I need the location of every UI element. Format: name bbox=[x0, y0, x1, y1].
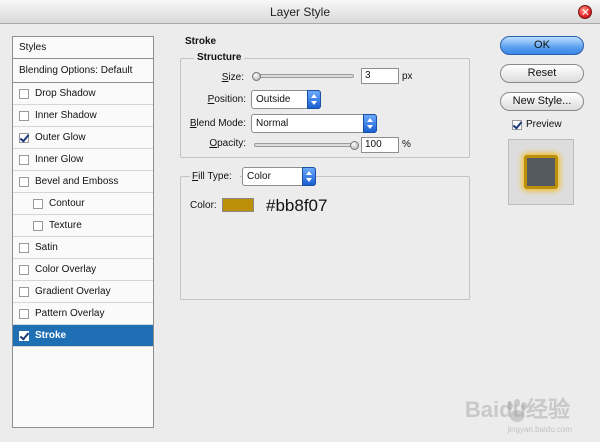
size-slider-thumb[interactable] bbox=[252, 72, 261, 81]
style-checkbox[interactable] bbox=[19, 308, 29, 319]
style-checkbox[interactable] bbox=[33, 220, 43, 231]
position-select-value: Outside bbox=[256, 94, 291, 105]
style-item-label: Drop Shadow bbox=[35, 87, 96, 99]
new-style-button[interactable]: New Style... bbox=[500, 92, 584, 111]
style-checkbox[interactable] bbox=[19, 264, 29, 275]
color-hex-text: #bb8f07 bbox=[266, 196, 328, 215]
fill-type-label: Fill Type: bbox=[190, 171, 240, 182]
preview-thumbnail bbox=[508, 139, 574, 205]
reset-button[interactable]: Reset bbox=[500, 64, 584, 83]
style-item-label: Inner Glow bbox=[35, 153, 84, 165]
style-checkbox[interactable] bbox=[19, 242, 29, 253]
style-item-label: Texture bbox=[49, 219, 82, 231]
preview-label: Preview bbox=[526, 119, 562, 130]
watermark-sub: jingyan.baidu.com bbox=[507, 425, 572, 434]
style-item-label: Satin bbox=[35, 241, 58, 253]
size-input[interactable]: 3 bbox=[361, 68, 399, 84]
preview-square bbox=[524, 155, 558, 189]
style-item-label: Stroke bbox=[35, 329, 67, 341]
title-bar: Layer Style bbox=[0, 0, 600, 24]
style-item-gradient-overlay[interactable]: Gradient Overlay bbox=[13, 281, 153, 303]
preview-checkbox[interactable] bbox=[512, 119, 522, 130]
style-item-label: Contour bbox=[49, 197, 85, 209]
style-item-color-overlay[interactable]: Color Overlay bbox=[13, 259, 153, 281]
style-checkbox[interactable] bbox=[19, 110, 29, 121]
opacity-unit: % bbox=[402, 139, 411, 150]
style-item-contour[interactable]: Contour bbox=[13, 193, 153, 215]
style-item-outer-glow[interactable]: Outer Glow bbox=[13, 127, 153, 149]
opacity-label: Opacity: bbox=[209, 138, 246, 149]
style-checkbox[interactable] bbox=[19, 286, 29, 297]
size-slider-track[interactable] bbox=[254, 74, 354, 78]
style-item-label: Pattern Overlay bbox=[35, 307, 105, 319]
fill-group bbox=[180, 176, 470, 300]
blending-options-item[interactable]: Blending Options: Default bbox=[13, 59, 153, 83]
opacity-input[interactable]: 100 bbox=[361, 137, 399, 153]
fill-type-select[interactable]: Color bbox=[242, 167, 316, 186]
style-item-inner-glow[interactable]: Inner Glow bbox=[13, 149, 153, 171]
style-checkbox[interactable] bbox=[19, 154, 29, 165]
color-swatch[interactable] bbox=[222, 198, 254, 212]
style-item-pattern-overlay[interactable]: Pattern Overlay bbox=[13, 303, 153, 325]
styles-header[interactable]: Styles bbox=[13, 37, 153, 59]
position-label: Position: bbox=[207, 94, 246, 105]
blend-mode-select-value: Normal bbox=[256, 118, 289, 129]
style-item-satin[interactable]: Satin bbox=[13, 237, 153, 259]
style-item-stroke[interactable]: Stroke bbox=[13, 325, 153, 347]
style-item-label: Bevel and Emboss bbox=[35, 175, 119, 187]
blend-mode-label: Blend Mode: bbox=[189, 118, 246, 129]
structure-title: Structure bbox=[194, 52, 245, 63]
style-item-inner-shadow[interactable]: Inner Shadow bbox=[13, 105, 153, 127]
window-title: Layer Style bbox=[269, 5, 331, 19]
color-label: Color: bbox=[190, 200, 217, 211]
style-item-label: Outer Glow bbox=[35, 131, 86, 143]
style-checkbox[interactable] bbox=[33, 198, 43, 209]
chevron-updown-icon bbox=[363, 114, 377, 133]
style-item-label: Color Overlay bbox=[35, 263, 97, 275]
close-icon[interactable] bbox=[578, 5, 592, 19]
style-checkbox[interactable] bbox=[19, 88, 29, 99]
style-item-drop-shadow[interactable]: Drop Shadow bbox=[13, 83, 153, 105]
style-checkbox[interactable] bbox=[19, 132, 29, 143]
watermark-text: Baidu经验 bbox=[464, 397, 570, 422]
stroke-section-title: Stroke bbox=[182, 36, 220, 47]
style-checkbox[interactable] bbox=[19, 176, 29, 187]
size-label: Size: bbox=[221, 72, 244, 83]
style-item-label: Gradient Overlay bbox=[35, 285, 111, 297]
opacity-slider-track[interactable] bbox=[254, 143, 354, 147]
styles-list: Styles Blending Options: Default Drop Sh… bbox=[12, 36, 154, 428]
fill-type-select-value: Color bbox=[247, 171, 271, 182]
style-checkbox[interactable] bbox=[19, 330, 29, 341]
blend-mode-select[interactable]: Normal bbox=[251, 114, 377, 133]
preview-checkbox-row[interactable]: Preview bbox=[512, 119, 562, 130]
opacity-slider-thumb[interactable] bbox=[350, 141, 359, 150]
chevron-updown-icon bbox=[302, 167, 316, 186]
chevron-updown-icon bbox=[307, 90, 321, 109]
style-item-label: Inner Shadow bbox=[35, 109, 97, 121]
size-unit: px bbox=[402, 71, 413, 82]
style-item-bevel-and-emboss[interactable]: Bevel and Emboss bbox=[13, 171, 153, 193]
ok-button[interactable]: OK bbox=[500, 36, 584, 55]
position-select[interactable]: Outside bbox=[251, 90, 321, 109]
style-item-texture[interactable]: Texture bbox=[13, 215, 153, 237]
